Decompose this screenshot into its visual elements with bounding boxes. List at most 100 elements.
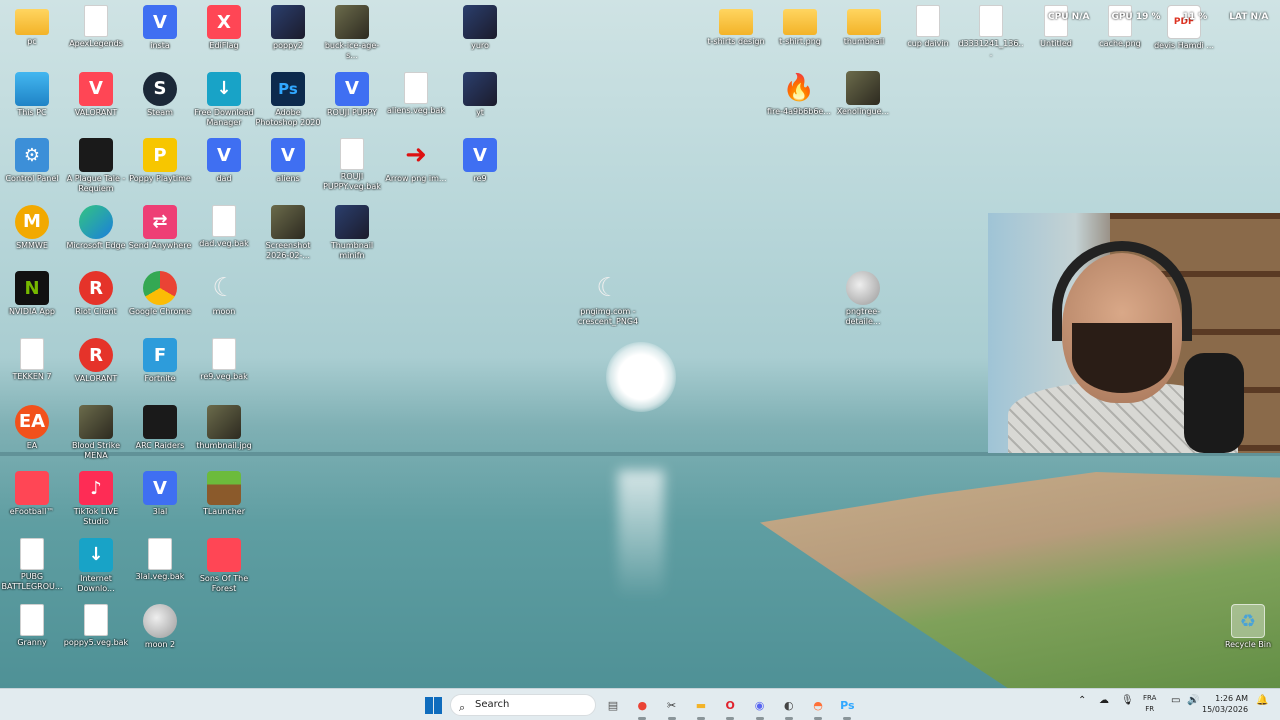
desktop-icon[interactable]: V ROUJI PUPPY (319, 71, 385, 118)
desktop-icon[interactable]: P Poppy Playtime (127, 138, 193, 184)
desktop-icon[interactable]: ROUJI PUPPY.veg.bak (319, 138, 385, 192)
desktop-icon[interactable]: pngtree-detaile... (830, 271, 896, 327)
desktop-icon[interactable]: poppy2 (255, 5, 321, 51)
clock[interactable]: 1:26 AM 15/03/2026 (1202, 693, 1248, 715)
folder-taskbar-icon[interactable]: ▬ (691, 695, 711, 720)
desktop-icon[interactable]: Vre9 (447, 138, 513, 184)
desktop-icon[interactable]: aliens.veg.bak (383, 71, 449, 116)
desktop-icon[interactable]: Vinsta (127, 5, 193, 51)
desktop-icon[interactable]: ↓ Free Download Manager (191, 71, 257, 128)
file-explorer-taskbar-icon[interactable]: ▤ (603, 695, 623, 715)
desktop-icon[interactable]: ↓ Internet Downlo... (63, 537, 129, 594)
desktop-icon[interactable]: N NVIDIA App (0, 271, 65, 317)
desktop-icon-label: Fortnite (144, 374, 176, 383)
desktop-icon[interactable]: 3lal.veg.bak (127, 537, 193, 582)
desktop-icon[interactable]: moon 2 (127, 604, 193, 650)
desktop-icon-label: ROUJI PUPPY (326, 107, 377, 117)
desktop-icon[interactable]: V VALORANT (63, 71, 129, 118)
desktop-icon[interactable]: EA EA (0, 404, 65, 451)
desktop-icon[interactable]: A Plague Tale - Requiem (63, 138, 129, 194)
tray-app-icon[interactable]: ☁ (1099, 695, 1109, 706)
desktop-icon[interactable]: d3331241_136... (958, 5, 1024, 59)
fortnite-icon: F (143, 338, 177, 372)
desktop-icon[interactable]: ☾ moon (191, 271, 257, 317)
desktop-icon[interactable]: F Fortnite (127, 338, 193, 384)
desktop-icon[interactable]: ⚙ Control Panel (0, 138, 65, 184)
desktop-icon[interactable]: dad.veg.bak (191, 204, 257, 249)
desktop-icon[interactable]: eFootball™ (0, 471, 65, 517)
desktop-icon[interactable]: thumbnail.jpg (191, 404, 257, 451)
desktop-icon[interactable]: ♻ Recycle Bin (1215, 604, 1280, 650)
desktop-icon[interactable]: Google Chrome (127, 271, 193, 317)
desktop-icon[interactable]: ☾ pngimg.com - crescent_PNG4 (575, 271, 641, 327)
desktop-icon-label: t-shirts design (707, 37, 765, 46)
desktop-icon-label: Untitled (1040, 39, 1072, 48)
firefox-taskbar-icon[interactable]: ◓ (808, 695, 828, 720)
wallpaper-grass (760, 472, 1280, 688)
desktop-icon[interactable]: yuro (447, 5, 513, 51)
desktop-icon[interactable]: Sons Of The Forest (191, 537, 257, 594)
fire-icon: 🔥 (782, 73, 816, 103)
desktop-icon[interactable]: Microsoft Edge (63, 204, 129, 251)
taskbar-search-box[interactable]: ⌕ Search (450, 694, 596, 716)
desktop-icon[interactable]: TLauncher (191, 471, 257, 517)
desktop-icon-label: Arrow png im... (385, 174, 447, 184)
photoshop-taskbar-icon[interactable]: Ps (837, 695, 857, 720)
microphone-icon[interactable]: 🎙 (1121, 695, 1134, 706)
desktop-icon[interactable]: R VALORANT (63, 338, 129, 384)
notification-bell-icon[interactable]: 🔔 (1256, 695, 1268, 706)
riot-taskbar-icon[interactable]: ◐ (779, 695, 799, 720)
network-icon[interactable]: ▭ (1171, 695, 1180, 706)
desktop-icon[interactable]: thumbnail (831, 5, 897, 47)
desktop-icon[interactable]: PUBG BATTLEGROU... (0, 537, 65, 592)
desktop-icon[interactable]: ⇄ Send Anywhere (127, 204, 193, 251)
desktop-icon[interactable]: X EdiFlag (191, 5, 257, 51)
desktop-icon-label: pngimg.com - crescent_PNG4 (577, 307, 639, 326)
chrome-taskbar-icon[interactable]: ● (632, 695, 652, 720)
desktop-icon[interactable]: Xenolingue... (830, 71, 896, 117)
discord-taskbar-icon[interactable]: ◉ (750, 695, 770, 720)
tray-chevron-icon[interactable]: ⌃ (1078, 695, 1086, 706)
desktop-icon[interactable]: yt (447, 71, 513, 118)
desktop-icon[interactable]: buck-ice-age-s... (319, 5, 385, 61)
valorant-icon: V (79, 71, 113, 106)
desktop-icon[interactable]: ♪ TikTok LIVE Studio (63, 471, 129, 527)
desktop-icon-label: Send Anywhere (128, 240, 192, 250)
desktop-icon[interactable]: ➜ Arrow png im... (383, 138, 449, 184)
desktop-icon-label: thumbnail.jpg (196, 440, 252, 450)
language-indicator[interactable]: FRA FR (1143, 693, 1156, 715)
performance-overlay: CPU N/A GPU 19 % 11 % LAT N/A (1048, 12, 1268, 22)
desktop-icon[interactable]: Screenshot 2026-02-... (255, 204, 321, 261)
opera-taskbar-icon[interactable]: O (720, 695, 740, 720)
desktop-icon[interactable]: R Riot Client (63, 271, 129, 317)
desktop-icon[interactable]: ARC Raiders (127, 404, 193, 451)
desktop-icon[interactable]: M SMMWE (0, 204, 65, 251)
desktop-icon[interactable]: re9.veg.bak (191, 338, 257, 382)
desktop-icon[interactable]: Blood Strike MENA (63, 404, 129, 461)
desktop-icon[interactable]: cup daivin (895, 5, 961, 49)
desktop-icon[interactable]: S Steam (127, 71, 193, 118)
desktop-icon[interactable]: pc (0, 5, 65, 47)
wallpaper-sun (606, 342, 676, 412)
desktop-icon-label: ROUJI PUPPY.veg.bak (323, 172, 381, 192)
desktop-icon[interactable]: 🔥 fire-4a9b6b6e... (766, 71, 832, 117)
desktop-icon[interactable]: Vdad (191, 138, 257, 184)
desktop[interactable]: pc ApexLegends Vinsta X EdiFlag poppy2 buck-ic… (0, 0, 1280, 688)
desktop-icon[interactable]: t-shirt.png (767, 5, 833, 47)
snipping-tool-taskbar-icon[interactable]: ✂ (662, 695, 682, 720)
desktop-icon[interactable]: t-shirts design (703, 5, 769, 47)
desktop-icon-label: ApexLegends (69, 39, 123, 48)
desktop-icon[interactable]: Valiens (255, 138, 321, 184)
desktop-icon[interactable]: ApexLegends (63, 5, 129, 49)
windows-start-icon[interactable] (425, 697, 442, 714)
desktop-icon[interactable]: Ps Adobe Photoshop 2020 (255, 71, 321, 128)
desktop-icon[interactable]: poppy5.veg.bak (63, 604, 129, 648)
desktop-icon[interactable]: This PC (0, 71, 65, 118)
desktop-icon[interactable]: Thumbnail minifn (319, 204, 385, 261)
volume-icon[interactable]: 🔊 (1187, 695, 1199, 706)
desktop-icon[interactable]: V 3lal (127, 471, 193, 517)
file-icon (212, 204, 236, 237)
desktop-icon[interactable]: Granny (0, 604, 65, 648)
desktop-icon-label: VALORANT (74, 374, 118, 383)
desktop-icon[interactable]: TEKKEN 7 (0, 338, 65, 382)
